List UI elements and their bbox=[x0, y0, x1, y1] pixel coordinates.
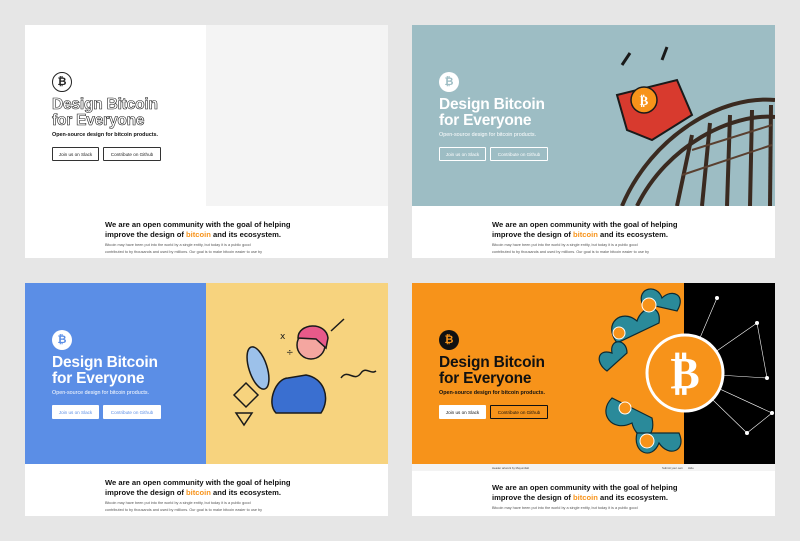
contribute-github-button[interactable]: Contribute on Github bbox=[103, 147, 161, 161]
svg-text:₿: ₿ bbox=[640, 94, 649, 109]
contribute-github-button[interactable]: Contribute on Github bbox=[103, 405, 161, 419]
intro-section: We are an open community with the goal o… bbox=[25, 206, 388, 258]
hero-right-panel bbox=[206, 25, 388, 206]
variant-card-blue-yellow: x ÷ ₿ Design Bitcoin for Everyone Open-so… bbox=[25, 283, 388, 516]
intro-section: We are an open community with the goal o… bbox=[412, 471, 775, 516]
variant-card-outline: ₿ Design Bitcoin for Everyone Open-source… bbox=[25, 25, 388, 258]
intro-paragraph: Bitcoin may have been put into the world… bbox=[105, 501, 263, 512]
svg-text:₿: ₿ bbox=[670, 348, 699, 399]
hero-subtitle: Open-source design for bitcoin products. bbox=[52, 390, 150, 396]
svg-text:÷: ÷ bbox=[286, 348, 294, 358]
hide-credit-link[interactable]: Hide bbox=[688, 466, 694, 470]
artwork-credit-link[interactable]: Header artwork by Mayumilab bbox=[492, 466, 529, 470]
hero-subtitle: Open-source design for bitcoin products. bbox=[52, 132, 159, 138]
join-slack-button[interactable]: Join us on Slack bbox=[52, 405, 99, 419]
svg-text:x: x bbox=[280, 332, 286, 342]
hero-subtitle: Open-source design for bitcoin products. bbox=[439, 132, 537, 138]
join-slack-button[interactable]: Join us on Slack bbox=[439, 147, 486, 161]
hero-title: Design Bitcoin for Everyone bbox=[52, 96, 159, 129]
hero-section: ₿ ₿ Design Bitcoin for Everyone Open-sour… bbox=[412, 25, 775, 206]
intro-section: We are an open community with the goal o… bbox=[25, 464, 388, 516]
hero-title: Design Bitcoin for Everyone bbox=[439, 96, 545, 129]
intro-paragraph: Bitcoin may have been put into the world… bbox=[492, 243, 650, 254]
join-slack-button[interactable]: Join us on Slack bbox=[52, 147, 99, 161]
hero-section: x ÷ ₿ Design Bitcoin for Everyone Open-so… bbox=[25, 283, 388, 464]
intro-paragraph: Bitcoin may have been put into the world… bbox=[105, 243, 263, 254]
hero-section: ₿ ₿ Design Bitcoin for Everyone Open-sour… bbox=[412, 283, 775, 464]
bitcoin-logo-icon: ₿ bbox=[439, 72, 459, 92]
intro-heading: We are an open community with the goal o… bbox=[105, 220, 291, 239]
bitcoin-logo-icon: ₿ bbox=[52, 72, 72, 92]
intro-section: We are an open community with the goal o… bbox=[412, 206, 775, 258]
artwork-credit-bar: Header artwork by Mayumilab Submit your … bbox=[412, 464, 775, 471]
hero-subtitle: Open-source design for bitcoin products. bbox=[439, 390, 546, 396]
intro-heading: We are an open community with the goal o… bbox=[492, 220, 678, 239]
variant-card-orange-black: ₿ ₿ Design Bitcoin for Everyone Open-sour… bbox=[412, 283, 775, 516]
bitcoin-logo-icon: ₿ bbox=[52, 330, 72, 350]
contribute-github-button[interactable]: Contribute on Github bbox=[490, 147, 548, 161]
hero-section: ₿ Design Bitcoin for Everyone Open-source… bbox=[25, 25, 388, 206]
hero-title: Design Bitcoin for Everyone bbox=[52, 354, 158, 387]
variant-card-rollercoaster: ₿ ₿ Design Bitcoin for Everyone Open-sour… bbox=[412, 25, 775, 258]
bitcoin-wave-illustration: ₿ bbox=[598, 288, 774, 454]
hero-title: Design Bitcoin for Everyone bbox=[439, 354, 545, 387]
contribute-github-button[interactable]: Contribute on Github bbox=[490, 405, 548, 419]
intro-heading: We are an open community with the goal o… bbox=[492, 483, 678, 502]
bitcoin-logo-icon: ₿ bbox=[439, 330, 459, 350]
intro-paragraph: Bitcoin may have been put into the world… bbox=[492, 506, 638, 510]
woman-phone-illustration: x ÷ bbox=[206, 283, 388, 464]
submit-artwork-link[interactable]: Submit your own bbox=[662, 466, 683, 470]
join-slack-button[interactable]: Join us on Slack bbox=[439, 405, 486, 419]
intro-heading: We are an open community with the goal o… bbox=[105, 478, 291, 497]
